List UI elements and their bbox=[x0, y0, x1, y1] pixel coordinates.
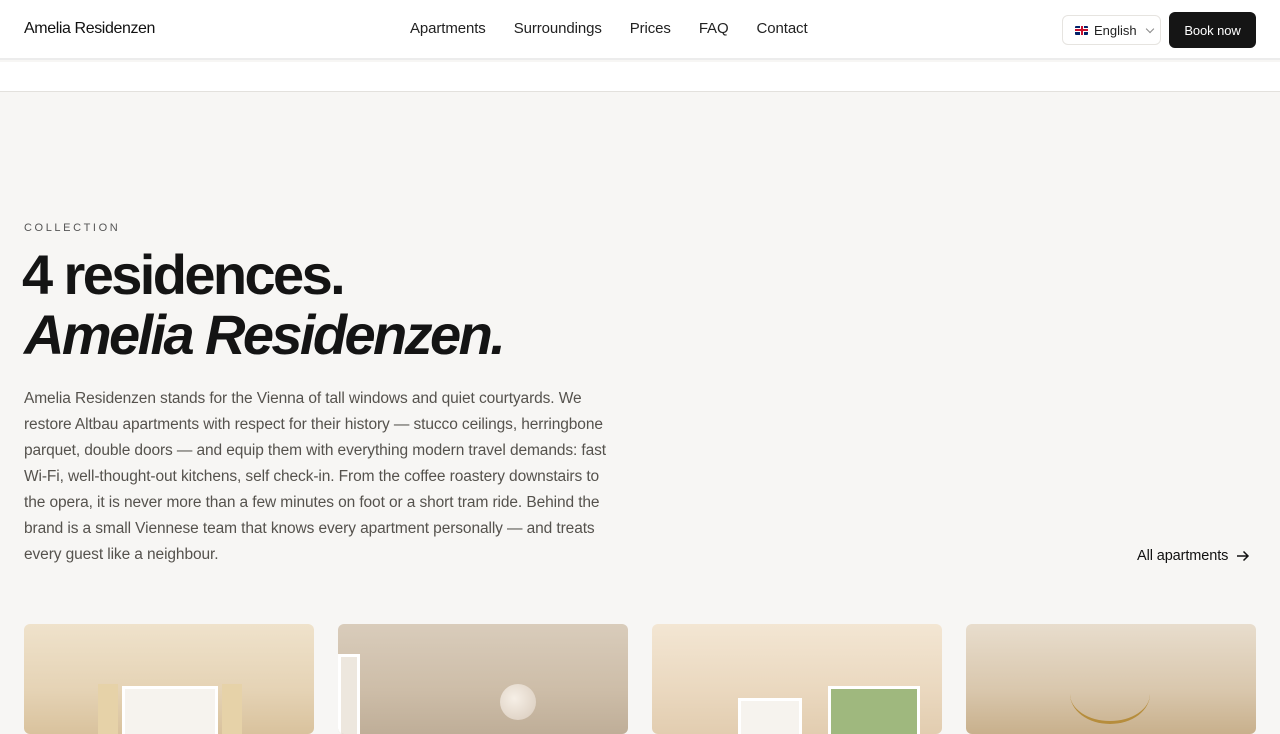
site-header: Amelia Residenzen Apartments Surrounding… bbox=[0, 0, 1280, 60]
main-nav: Apartments Surroundings Prices FAQ Conta… bbox=[410, 20, 836, 37]
brand-logo[interactable]: Amelia Residenzen bbox=[24, 20, 155, 38]
apartment-card-1[interactable] bbox=[24, 624, 314, 734]
nav-link-surroundings[interactable]: Surroundings bbox=[514, 20, 602, 37]
header-subbar bbox=[0, 62, 1280, 92]
nav-link-apartments[interactable]: Apartments bbox=[410, 20, 486, 37]
chandelier-image bbox=[1070, 664, 1150, 724]
all-apartments-label: All apartments bbox=[1137, 548, 1229, 564]
apartment-card-4[interactable] bbox=[966, 624, 1256, 734]
pendant-lamp-image bbox=[500, 684, 536, 720]
book-now-button[interactable]: Book now bbox=[1169, 12, 1256, 48]
window-image bbox=[738, 698, 802, 734]
language-label: English bbox=[1094, 22, 1137, 38]
curtain-image bbox=[98, 684, 118, 734]
apartment-card-2[interactable] bbox=[338, 624, 628, 734]
arrow-right-icon bbox=[1237, 550, 1250, 562]
apartment-card-3[interactable] bbox=[652, 624, 942, 734]
hero-description: Amelia Residenzen stands for the Vienna … bbox=[24, 390, 607, 563]
hero-title: 4 residences. bbox=[22, 243, 346, 306]
window-image bbox=[338, 654, 360, 734]
nav-link-prices[interactable]: Prices bbox=[630, 20, 671, 37]
window-image bbox=[828, 686, 920, 734]
nav-link-contact[interactable]: Contact bbox=[757, 20, 808, 37]
section-eyebrow: COLLECTION bbox=[24, 222, 121, 234]
all-apartments-link[interactable]: All apartments bbox=[1137, 548, 1250, 564]
window-image bbox=[122, 686, 218, 734]
nav-link-faq[interactable]: FAQ bbox=[699, 20, 729, 37]
hero-subtitle: Amelia Residenzen. bbox=[24, 303, 506, 366]
language-selector[interactable]: English bbox=[1062, 15, 1161, 45]
chevron-down-icon bbox=[1145, 24, 1154, 33]
curtain-image bbox=[222, 684, 242, 734]
uk-flag-icon bbox=[1075, 25, 1088, 35]
